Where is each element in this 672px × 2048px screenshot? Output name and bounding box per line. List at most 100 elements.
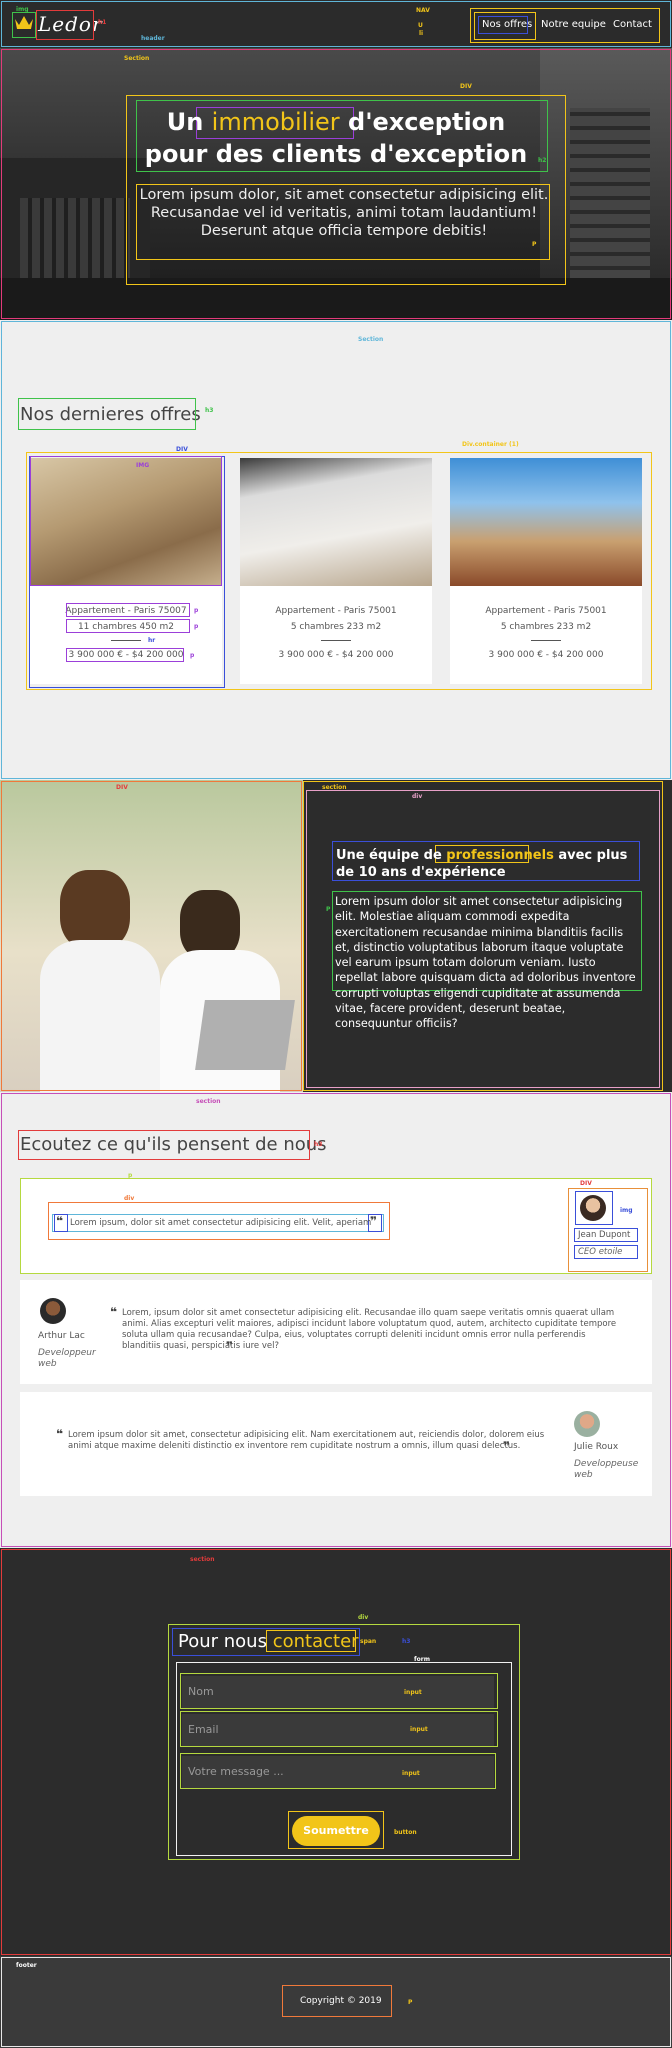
contact-heading-prefix: Pour nous bbox=[178, 1631, 267, 1652]
avatar bbox=[580, 1195, 606, 1221]
annotation-label: input bbox=[410, 1726, 428, 1733]
email-field[interactable]: Email bbox=[182, 1714, 494, 1746]
offer-image[interactable] bbox=[30, 458, 222, 586]
annotation-label: header bbox=[141, 35, 165, 42]
offer-card[interactable]: Appartement - Paris 75001 5 chambres 233… bbox=[240, 458, 432, 684]
offer-rooms: 5 chambres 233 m2 bbox=[290, 622, 382, 632]
quote-close-icon: ❞ bbox=[226, 1339, 234, 1353]
hero-title-prefix: Un bbox=[166, 108, 204, 136]
annotation-label: P bbox=[408, 1999, 413, 2006]
quote-close-icon: ❞ bbox=[370, 1214, 378, 1228]
annotation-label: div bbox=[358, 1614, 369, 1621]
annotation-label: div bbox=[124, 1195, 135, 1202]
annotation-label: NAV bbox=[416, 7, 430, 14]
annotation-label: button bbox=[394, 1829, 417, 1836]
annotation-label: h3 bbox=[314, 1141, 323, 1148]
annotation-label: img bbox=[620, 1207, 633, 1214]
divider bbox=[111, 640, 141, 641]
author-role: Developpeur web bbox=[38, 1348, 96, 1369]
hero-title-accent: immobilier bbox=[211, 108, 340, 136]
annotation-label: li bbox=[419, 30, 424, 37]
hero-title: Un immobilier d'exception pour des clien… bbox=[136, 106, 536, 170]
offer-rooms: 5 chambres 233 m2 bbox=[500, 622, 592, 632]
offer-title: Appartement - Paris 75001 bbox=[275, 606, 397, 616]
avatar bbox=[40, 1298, 66, 1324]
author-role: CEO etoile bbox=[578, 1247, 623, 1257]
quote-open-icon: ❝ bbox=[56, 1214, 64, 1228]
page: Ledor Nos offres Notre equipe Contact h1… bbox=[0, 0, 672, 2048]
annotation-label: section bbox=[190, 1556, 215, 1563]
submit-button[interactable]: Soumettre bbox=[292, 1816, 380, 1846]
quote-open-icon: ❝ bbox=[110, 1305, 118, 1319]
annotation-label: input bbox=[404, 1689, 422, 1696]
offer-card[interactable]: Appartement - Paris 75001 5 chambres 233… bbox=[450, 458, 642, 684]
author-name: Julie Roux bbox=[574, 1442, 619, 1452]
annotation-label: IMG bbox=[136, 462, 150, 469]
annotation-label: div bbox=[412, 793, 423, 800]
annotation-label: Div.container (1) bbox=[462, 441, 519, 448]
offer-price: 3 900 000 € - $4 200 000 bbox=[488, 650, 604, 660]
quote-close-icon: ❞ bbox=[503, 1439, 511, 1453]
annotation-label: h2 bbox=[538, 157, 547, 164]
team-heading-accent: professionnels bbox=[446, 848, 554, 863]
author-name: Jean Dupont bbox=[578, 1230, 631, 1240]
annotation-label: P bbox=[326, 906, 331, 913]
annotation-label: hr bbox=[148, 637, 156, 644]
annotation-label: span bbox=[360, 1638, 377, 1645]
nav-item-equipe[interactable]: Notre equipe bbox=[541, 19, 606, 30]
offer-title: Appartement - Paris 75001 bbox=[485, 606, 607, 616]
contact-section bbox=[0, 1548, 672, 1956]
copyright-text: Copyright © 2019 bbox=[300, 1996, 382, 2006]
hero-subtitle: Lorem ipsum dolor, sit amet consectetur … bbox=[139, 187, 549, 239]
annotation-label: DIV bbox=[580, 1180, 592, 1187]
testimonials-heading: Ecoutez ce qu'ils pensent de nous bbox=[20, 1134, 327, 1155]
offer-image[interactable] bbox=[240, 458, 432, 586]
team-heading: Une équipe de professionnels avec plus d… bbox=[336, 847, 636, 881]
annotation-label: section bbox=[196, 1098, 221, 1105]
contact-heading: Pour nous contacter bbox=[178, 1631, 359, 1652]
offer-price: 3 900 000 € - $4 200 000 bbox=[278, 650, 394, 660]
message-field[interactable]: Votre message ... bbox=[182, 1756, 494, 1788]
annotation-label: img bbox=[16, 6, 29, 13]
crown-icon bbox=[15, 16, 33, 29]
quote-open-icon: ❝ bbox=[56, 1427, 64, 1441]
name-field[interactable]: Nom bbox=[182, 1676, 494, 1708]
contact-heading-accent: contacter bbox=[272, 1631, 359, 1652]
annotation-label: p bbox=[190, 652, 195, 659]
annotation-label: form bbox=[414, 1656, 430, 1663]
annotation-label: h3 bbox=[205, 407, 214, 414]
annotation-label: p bbox=[128, 1172, 133, 1179]
offers-heading: Nos dernieres offres bbox=[20, 404, 201, 425]
annotation-label: DIV bbox=[116, 784, 128, 791]
hero-section bbox=[0, 48, 672, 320]
annotation-label: footer bbox=[16, 1962, 37, 1969]
offer-image[interactable] bbox=[450, 458, 642, 586]
annotation-label: section bbox=[322, 784, 347, 791]
annotation-label: Section bbox=[124, 55, 150, 62]
divider bbox=[531, 640, 561, 641]
divider bbox=[321, 640, 351, 641]
annotation-label: p bbox=[194, 607, 199, 614]
team-heading-prefix: Une équipe de bbox=[336, 848, 442, 863]
annotation-label: DIV bbox=[460, 83, 472, 90]
avatar bbox=[574, 1411, 600, 1437]
testimonial-quote: Lorem ipsum, dolor sit amet consectetur … bbox=[70, 1218, 372, 1228]
testimonial-quote: Lorem ipsum dolor sit amet, consectetur … bbox=[68, 1430, 545, 1451]
annotation-label: DIV bbox=[176, 446, 188, 453]
annotation-label: Section bbox=[358, 336, 384, 343]
testimonial-quote: Lorem, ipsum dolor sit amet consectetur … bbox=[122, 1308, 617, 1351]
annotation-label: p bbox=[194, 623, 199, 630]
nav-item-contact[interactable]: Contact bbox=[613, 19, 652, 30]
nav-item-offres[interactable]: Nos offres bbox=[482, 19, 532, 30]
author-role: Developpeuse web bbox=[574, 1459, 639, 1480]
team-photo bbox=[0, 780, 303, 1092]
author-name: Arthur Lac bbox=[38, 1331, 85, 1341]
annotation-label: h3 bbox=[402, 1638, 411, 1645]
site-logo[interactable]: Ledor bbox=[38, 12, 103, 36]
annotation-label: U bbox=[418, 22, 423, 29]
team-text: Lorem ipsum dolor sit amet consectetur a… bbox=[335, 895, 636, 1031]
offer-card[interactable]: Appartement - Paris 75007 11 chambres 45… bbox=[30, 458, 222, 684]
annotation-label: input bbox=[402, 1770, 420, 1777]
annotation-label: P bbox=[532, 241, 537, 248]
annotation-label: h1 bbox=[98, 19, 107, 26]
